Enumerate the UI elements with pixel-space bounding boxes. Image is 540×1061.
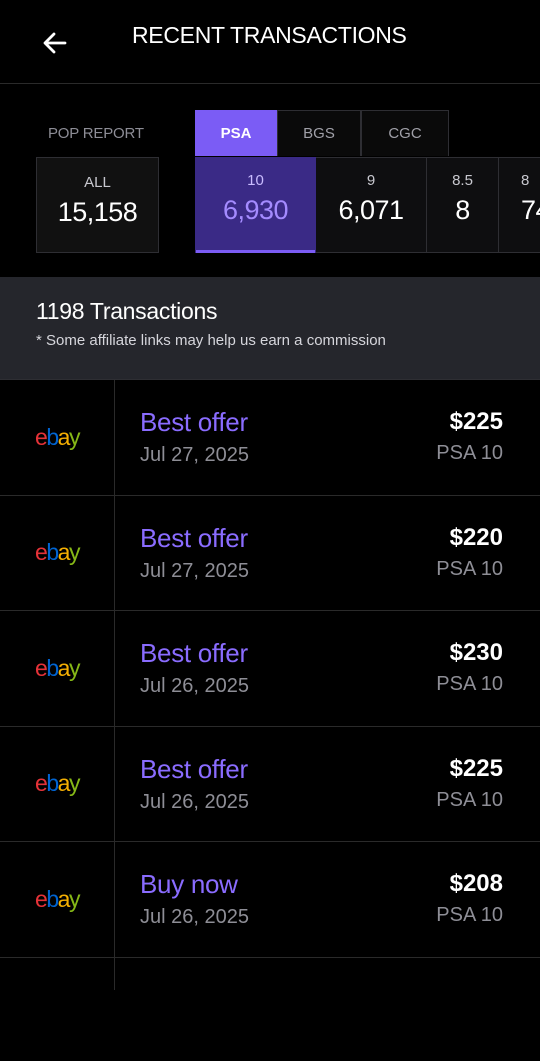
marketplace-cell: ebay bbox=[0, 495, 115, 610]
tab-bgs[interactable]: BGS bbox=[277, 110, 361, 156]
grade-label: 8.5 bbox=[452, 172, 473, 189]
transaction-row[interactable]: ebay Best offer Jul 27, 2025 $220 PSA 10 bbox=[0, 495, 540, 611]
sale-price: $225 bbox=[449, 754, 503, 782]
grade-label: 8 bbox=[521, 172, 530, 189]
grade-8-5-box[interactable]: 8.5 8 bbox=[427, 157, 499, 253]
sale-type: Best offer bbox=[140, 522, 248, 553]
grade-count: 6,071 bbox=[338, 195, 404, 225]
tab-psa[interactable]: PSA bbox=[195, 110, 277, 156]
tab-cgc[interactable]: CGC bbox=[361, 110, 449, 156]
sale-grade: PSA 10 bbox=[436, 673, 503, 695]
sale-grade: PSA 10 bbox=[436, 557, 503, 580]
sale-type: Best offer bbox=[140, 753, 248, 784]
pop-all-box[interactable]: ALL 15,158 bbox=[36, 157, 159, 253]
sale-price: $220 bbox=[449, 523, 503, 551]
sale-type: Best offer bbox=[140, 638, 248, 668]
transaction-list: ebay Best offer Jul 27, 2025 $225 PSA 10… bbox=[0, 380, 540, 990]
sale-date: Jul 26, 2025 bbox=[140, 790, 249, 813]
transaction-count: 1198 Transactions bbox=[36, 298, 218, 324]
grader-tabs: PSA BGS CGC bbox=[195, 110, 449, 156]
sale-date: Jul 27, 2025 bbox=[140, 444, 249, 466]
sale-type: Best offer bbox=[140, 407, 248, 437]
marketplace-cell bbox=[0, 957, 115, 990]
marketplace-cell: ebay bbox=[0, 380, 115, 495]
transaction-row[interactable]: ebay Buy now Jul 26, 2025 $208 PSA 10 bbox=[0, 842, 540, 958]
grade-selector: 10 6,930 9 6,071 8.5 8 8 74 bbox=[195, 157, 540, 253]
sale-price: $208 bbox=[449, 870, 503, 897]
grade-count: 6,930 bbox=[222, 195, 289, 225]
sale-date: Jul 26, 2025 bbox=[140, 906, 249, 928]
sale-grade: PSA 10 bbox=[436, 442, 503, 464]
grade-8-box[interactable]: 8 74 bbox=[499, 157, 540, 253]
sale-grade: PSA 10 bbox=[436, 788, 503, 811]
arrow-left-icon bbox=[43, 32, 67, 54]
grade-9-box[interactable]: 9 6,071 bbox=[316, 157, 427, 253]
transactions-summary: 1198 Transactions * Some affiliate links… bbox=[0, 277, 540, 380]
pop-all-value: 15,158 bbox=[57, 197, 138, 227]
transaction-row[interactable]: ebay Best offer Jul 27, 2025 $225 PSA 10 bbox=[0, 380, 540, 496]
marketplace-cell: ebay bbox=[0, 842, 115, 957]
transaction-row-partial bbox=[0, 957, 540, 990]
ebay-logo: ebay bbox=[35, 423, 80, 450]
grade-count: 74 bbox=[521, 195, 540, 225]
pop-all-label: ALL bbox=[84, 174, 111, 191]
sale-date: Jul 26, 2025 bbox=[140, 675, 249, 697]
sale-price: $230 bbox=[449, 639, 503, 666]
ebay-logo: ebay bbox=[35, 885, 80, 912]
page-title: RECENT TRANSACTIONS bbox=[132, 22, 407, 48]
grade-10-box[interactable]: 10 6,930 bbox=[195, 157, 316, 253]
grade-label: 10 bbox=[247, 172, 264, 189]
sale-price: $225 bbox=[449, 408, 503, 435]
marketplace-cell: ebay bbox=[0, 611, 115, 726]
back-button[interactable] bbox=[38, 26, 72, 60]
sale-date: Jul 27, 2025 bbox=[140, 559, 249, 582]
transaction-row[interactable]: ebay Best offer Jul 26, 2025 $230 PSA 10 bbox=[0, 611, 540, 727]
marketplace-cell: ebay bbox=[0, 726, 115, 841]
app-header: RECENT TRANSACTIONS bbox=[0, 0, 540, 84]
sale-grade: PSA 10 bbox=[436, 904, 503, 926]
ebay-logo: ebay bbox=[35, 539, 80, 566]
transaction-row[interactable]: ebay Best offer Jul 26, 2025 $225 PSA 10 bbox=[0, 726, 540, 842]
sale-type: Buy now bbox=[140, 869, 238, 899]
affiliate-note: * Some affiliate links may help us earn … bbox=[36, 332, 386, 349]
ebay-logo: ebay bbox=[35, 770, 80, 797]
grade-count: 8 bbox=[455, 195, 470, 225]
ebay-logo: ebay bbox=[35, 654, 80, 681]
pop-report-label: POP REPORT bbox=[48, 125, 144, 142]
grade-label: 9 bbox=[366, 172, 376, 189]
